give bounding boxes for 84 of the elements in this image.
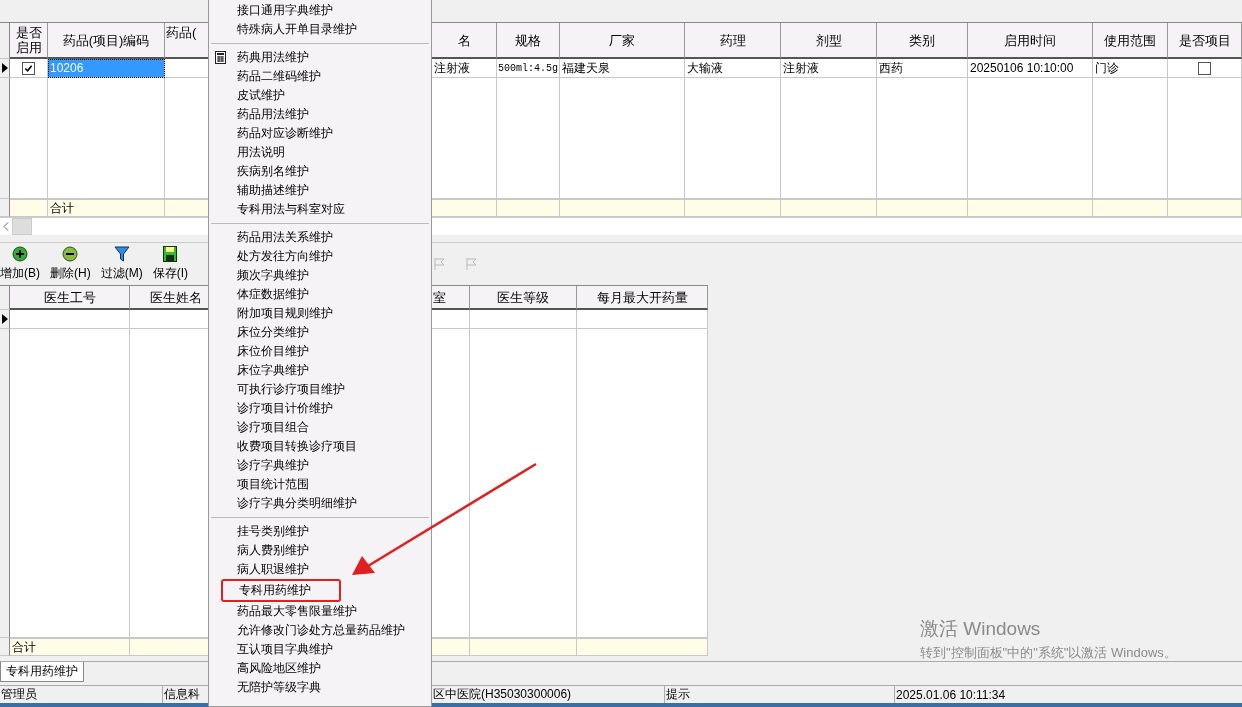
menu-item[interactable]: 疾病别名维护 [209, 162, 431, 181]
menu-item[interactable]: 诊疗项目计价维护 [209, 399, 431, 418]
flag-icon [466, 257, 478, 271]
save-button[interactable]: 保存(I) [152, 246, 188, 282]
column-header[interactable]: 使用范围 [1093, 23, 1168, 59]
column-header[interactable]: 医生工号 [10, 286, 130, 310]
menu-item[interactable]: 药典用法维护 [209, 48, 431, 67]
menu-item[interactable]: 辅助描述维护 [209, 181, 431, 200]
checkbox[interactable] [22, 61, 35, 75]
menu-item[interactable]: 药品对应诊断维护 [209, 124, 431, 143]
scroll-thumb[interactable] [12, 218, 32, 235]
column-header[interactable]: 医生等级 [470, 286, 577, 310]
menu-item[interactable]: 用法说明 [209, 143, 431, 162]
column-header[interactable]: 每月最大开药量 [577, 286, 708, 310]
plus-circle-icon [12, 246, 28, 262]
row-header[interactable] [0, 59, 10, 78]
menu-item[interactable]: 收费项目转换诊疗项目 [209, 437, 431, 456]
menu-item[interactable]: 药品用法关系维护 [209, 228, 431, 247]
column-header[interactable]: 厂家 [560, 23, 685, 59]
column-header[interactable]: 药理 [685, 23, 781, 59]
column-header[interactable]: 名 [432, 23, 497, 59]
column-header[interactable]: 类别 [877, 23, 968, 59]
menu-item[interactable]: 药品二维码维护 [209, 67, 431, 86]
watermark-text: 转到"控制面板"中的"系统"以激活 Windows。 [920, 644, 1177, 662]
menu-item[interactable]: 病人职退维护 [209, 560, 431, 579]
menu-item[interactable]: 药品用法维护 [209, 105, 431, 124]
menu-item[interactable]: 专科用法与科室对应 [209, 200, 431, 219]
menu-item[interactable]: 床位价目维护 [209, 342, 431, 361]
filter-button[interactable]: 过滤(M) [100, 246, 143, 282]
menu-item[interactable]: 挂号类别维护 [209, 522, 431, 541]
menu-item[interactable]: 允许修改门诊处方总量药品维护 [209, 621, 431, 640]
menu-item[interactable]: 特殊病人开单目录维护 [209, 20, 431, 39]
total-cell: 合计 [48, 199, 165, 217]
checkbox[interactable] [1198, 61, 1211, 75]
column-header[interactable]: 室 [432, 286, 470, 310]
status-bar-field: 2025.01.06 10:11:34 [895, 686, 1242, 703]
row-header[interactable] [0, 310, 10, 329]
total-cell: 合计 [10, 638, 130, 656]
menu-item[interactable]: 专科用药维护 [221, 579, 341, 602]
calculator-icon [215, 51, 226, 64]
column-header[interactable]: 剂型 [781, 23, 877, 59]
scroll-left-icon[interactable] [3, 222, 9, 231]
menu-item[interactable]: 接口通用字典维护 [209, 1, 431, 20]
menu-item[interactable]: 床位分类维护 [209, 323, 431, 342]
funnel-icon [113, 246, 130, 262]
menu-item[interactable]: 诊疗字典维护 [209, 456, 431, 475]
menu-item[interactable]: 高风险地区维护 [209, 659, 431, 678]
column-header[interactable]: 规格 [497, 23, 560, 59]
menu-item[interactable]: 诊疗项目组合 [209, 418, 431, 437]
column-header[interactable]: 药品(项目)编码 [48, 23, 165, 59]
menu-item[interactable]: 处方发往方向维护 [209, 247, 431, 266]
delete-button[interactable]: 删除(H) [50, 246, 91, 282]
column-header[interactable]: 启用时间 [968, 23, 1093, 59]
menu-item[interactable]: 无陪护等级字典 [209, 678, 431, 697]
total-cell [432, 199, 497, 217]
table-cell: 10206 [48, 59, 165, 78]
minus-circle-icon [62, 246, 79, 262]
menu-item[interactable]: 病人费别维护 [209, 541, 431, 560]
add-button[interactable]: 增加(B) [0, 246, 40, 282]
flag-icon [434, 257, 446, 271]
table-cell: 注射液 [781, 59, 877, 78]
column-header[interactable]: 是否项目 [1168, 23, 1242, 59]
menu-item[interactable]: 体症数据维护 [209, 285, 431, 304]
total-cell [497, 199, 560, 217]
table-cell: 福建天泉 [560, 59, 685, 78]
table-cell: 门诊 [1093, 59, 1168, 78]
watermark-title: 激活 Windows [920, 617, 1042, 641]
total-cell [432, 638, 470, 656]
tab[interactable]: 专科用药维护 [0, 662, 84, 682]
menu-item[interactable]: 药品最大零售限量维护 [209, 602, 431, 621]
table-cell: 500ml:4.5g [497, 59, 560, 78]
table-cell: 大输液 [685, 59, 781, 78]
menu-item[interactable]: 附加项目规则维护 [209, 304, 431, 323]
column-header[interactable]: 是否启用 [10, 23, 48, 59]
menu-item[interactable]: 诊疗字典分类明细维护 [209, 494, 431, 513]
table-cell: 西药 [877, 59, 968, 78]
menu-item[interactable]: 床位字典维护 [209, 361, 431, 380]
menu-item[interactable]: 互认项目字典维护 [209, 640, 431, 659]
menu-item[interactable]: 频次字典维护 [209, 266, 431, 285]
menu-item[interactable]: 皮试维护 [209, 86, 431, 105]
menu-item[interactable]: 可执行诊疗项目维护 [209, 380, 431, 399]
table-cell: 20250106 10:10:00 [968, 59, 1093, 78]
menu-item[interactable]: 项目统计范围 [209, 475, 431, 494]
total-cell [10, 199, 48, 217]
